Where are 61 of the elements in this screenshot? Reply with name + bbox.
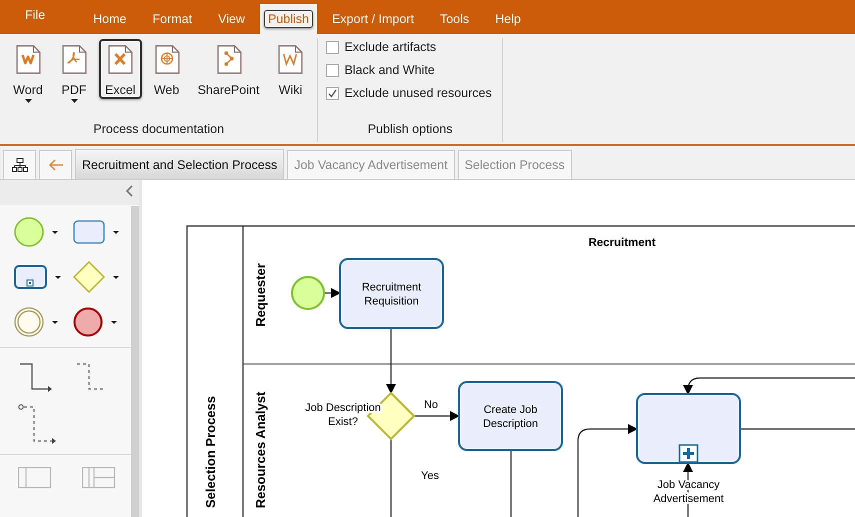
pool-label: Selection Process (203, 396, 218, 508)
scrollbar[interactable] (131, 206, 139, 517)
publish-button[interactable]: Wiki (269, 39, 312, 99)
sequence-flow-line (510, 450, 512, 517)
checkbox[interactable] (326, 40, 340, 54)
checkbox[interactable] (326, 64, 340, 76)
menu-tab[interactable]: Home (82, 4, 138, 34)
checkbox-label: Black and White (344, 63, 435, 77)
document-tab[interactable]: Selection Process (458, 150, 572, 179)
checkbox-label: Exclude artifacts (344, 40, 436, 54)
sequence-flow-arrow (324, 288, 341, 298)
intermediate-event-icon (14, 307, 44, 337)
task-node: Create Job Description (458, 381, 563, 451)
gateway-icon (72, 261, 104, 293)
back-arrow-icon (48, 159, 64, 171)
caret-icon (110, 320, 116, 324)
menu-tab[interactable]: Format (142, 4, 204, 34)
menu-tab[interactable]: Publish (260, 4, 317, 34)
end-event-icon (72, 307, 102, 337)
flow-label: Yes (421, 470, 439, 482)
lanes-icon (82, 467, 116, 489)
chevron-left-icon (125, 185, 133, 197)
caret-icon (55, 276, 61, 278)
menu-tab[interactable]: Help (484, 4, 532, 34)
caret-icon (52, 230, 58, 234)
lane-label: Resources Analyst (253, 392, 268, 508)
checkbox-label: Exclude unused resources (344, 86, 492, 100)
sequence-flow-arrow (414, 411, 460, 421)
start-event-icon (14, 217, 44, 247)
sequence-flow-arrow (386, 328, 396, 394)
task-icon (72, 220, 104, 244)
publish-button[interactable]: Word (7, 39, 49, 99)
publish-button[interactable]: SharePoint (192, 39, 266, 99)
task-node: Recruitment Requisition (339, 258, 444, 329)
document-tab[interactable]: Recruitment and Selection Process (75, 149, 284, 179)
checkbox[interactable] (326, 86, 340, 100)
menu-tab[interactable]: View (207, 4, 256, 34)
caret-icon (24, 99, 32, 103)
group-label: Publish options (366, 121, 454, 138)
menu-tab[interactable]: Tools (428, 4, 480, 34)
diagram-overview-button[interactable] (3, 150, 36, 179)
publish-button[interactable]: Web (146, 39, 188, 99)
lane-label: Requester (253, 263, 268, 327)
publish-button[interactable]: Excel (99, 39, 142, 99)
hierarchy-icon (12, 158, 28, 172)
menu-tab[interactable]: Export / Import (320, 4, 425, 34)
group-label: Process documentation (92, 121, 226, 138)
pool-icon (18, 467, 52, 489)
subprocess-icon (14, 265, 47, 289)
caret-icon (70, 99, 78, 103)
file-menu[interactable]: File (14, 0, 56, 34)
caret-icon (112, 276, 118, 278)
sequence-flow-icon (18, 362, 52, 394)
start-event (291, 276, 325, 310)
caret-icon (52, 320, 58, 324)
message-flow-icon (18, 404, 58, 444)
document-tab[interactable]: Job Vacancy Advertisement (287, 150, 455, 179)
publish-button[interactable]: PDF (53, 39, 95, 99)
caret-icon (112, 230, 118, 234)
flow-label: No (424, 399, 438, 411)
header-label: Recruitment (588, 237, 656, 249)
